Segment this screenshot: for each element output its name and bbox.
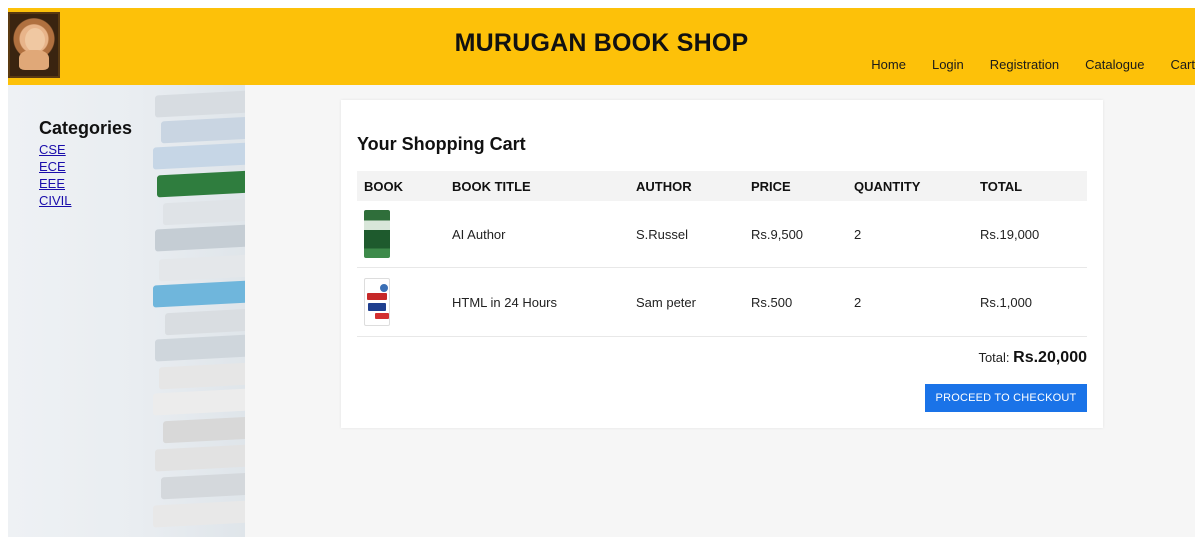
- site-header: MURUGAN BOOK SHOP Home Login Registratio…: [8, 8, 1195, 85]
- book-title: HTML in 24 Hours: [452, 294, 557, 310]
- col-book: BOOK: [364, 178, 403, 194]
- categories-panel: Categories CSE ECE EEE CIVIL: [39, 118, 132, 209]
- ai-book-cover-icon: [364, 210, 390, 258]
- total-value: Rs.20,000: [1013, 349, 1087, 366]
- book-author: S.Russel: [636, 226, 689, 242]
- proceed-to-checkout-button[interactable]: PROCEED TO CHECKOUT: [925, 384, 1087, 412]
- top-nav: Home Login Registration Catalogue Cart: [845, 57, 1195, 72]
- nav-registration[interactable]: Registration: [990, 57, 1059, 72]
- col-book-title: BOOK TITLE: [452, 178, 531, 194]
- book-author: Sam peter: [636, 294, 696, 310]
- category-link-ece[interactable]: ECE: [39, 158, 132, 175]
- nav-catalogue[interactable]: Catalogue: [1085, 57, 1144, 72]
- cart-table-header: BOOK BOOK TITLE AUTHOR PRICE QUANTITY TO…: [357, 171, 1087, 201]
- category-link-civil[interactable]: CIVIL: [39, 192, 132, 209]
- col-total: TOTAL: [980, 178, 1023, 194]
- col-quantity: QUANTITY: [854, 178, 921, 194]
- book-quantity: 2: [854, 226, 862, 242]
- table-row: HTML in 24 Hours Sam peter Rs.500 2 Rs.1…: [357, 268, 1087, 337]
- book-title: AI Author: [452, 226, 506, 242]
- site-title: MURUGAN BOOK SHOP: [454, 29, 749, 57]
- cart-table: BOOK BOOK TITLE AUTHOR PRICE QUANTITY TO…: [357, 171, 1087, 337]
- col-author: AUTHOR: [636, 178, 692, 194]
- nav-cart[interactable]: Cart: [1170, 57, 1195, 72]
- book-price: Rs.500: [751, 294, 793, 310]
- categories-title: Categories: [39, 118, 133, 138]
- total-label: Total:: [978, 350, 1010, 365]
- book-price: Rs.9,500: [751, 226, 804, 242]
- book-quantity: 2: [854, 294, 862, 310]
- page: MURUGAN BOOK SHOP Home Login Registratio…: [8, 8, 1195, 537]
- sidebar: Categories CSE ECE EEE CIVIL: [8, 85, 245, 537]
- table-row: AI Author S.Russel Rs.9,500 2 Rs.19,000: [357, 201, 1087, 268]
- book-stack-background: [145, 85, 245, 537]
- shopping-cart-panel: Your Shopping Cart BOOK BOOK TITLE AUTHO…: [341, 100, 1103, 428]
- row-total: Rs.1,000: [980, 294, 1033, 310]
- nav-login[interactable]: Login: [932, 57, 964, 72]
- html-book-cover-icon: [364, 278, 390, 326]
- cart-total: Total: Rs.20,000: [978, 349, 1087, 367]
- category-link-cse[interactable]: CSE: [39, 141, 132, 158]
- nav-home[interactable]: Home: [871, 57, 906, 72]
- category-link-eee[interactable]: EEE: [39, 175, 132, 192]
- cart-title: Your Shopping Cart: [357, 134, 526, 154]
- row-total: Rs.19,000: [980, 226, 1040, 242]
- col-price: PRICE: [751, 178, 791, 194]
